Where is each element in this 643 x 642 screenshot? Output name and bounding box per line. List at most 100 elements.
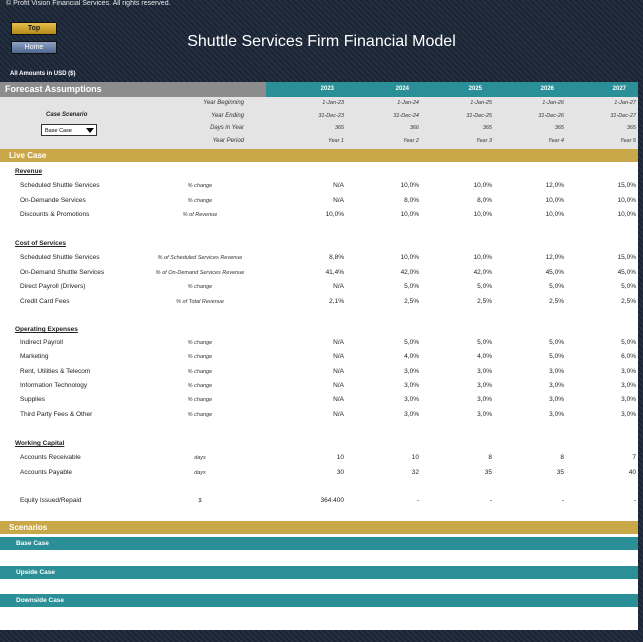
value-cell[interactable]: -	[369, 497, 419, 504]
value-cell[interactable]: 42,0%	[369, 269, 419, 276]
value-cell[interactable]: 10	[369, 454, 419, 461]
value-cell[interactable]: -	[442, 497, 492, 504]
value-cell[interactable]: 45,0%	[586, 269, 636, 276]
value-cell[interactable]: 5,0%	[442, 339, 492, 346]
row-unit: % change	[187, 354, 213, 361]
timeline-value: Year 1	[328, 137, 344, 144]
value-cell[interactable]: 3,0%	[369, 368, 419, 375]
value-cell[interactable]: 10,0%	[586, 211, 636, 218]
value-cell[interactable]: 3,0%	[442, 368, 492, 375]
value-cell[interactable]: 15,0%	[586, 254, 636, 261]
value-cell[interactable]: N/A	[294, 283, 344, 290]
value-cell[interactable]: 3,0%	[514, 382, 564, 389]
value-cell[interactable]: 41,4%	[294, 269, 344, 276]
value-cell[interactable]: 10,0%	[294, 211, 344, 218]
value-cell[interactable]: 10,0%	[442, 254, 492, 261]
scenarios-bar: Scenarios	[0, 521, 638, 534]
value-cell[interactable]: -	[586, 497, 636, 504]
value-cell[interactable]: 10,0%	[369, 182, 419, 189]
value-cell[interactable]: 3,0%	[586, 368, 636, 375]
value-cell[interactable]: 10,0%	[442, 182, 492, 189]
value-cell[interactable]: 5,0%	[369, 283, 419, 290]
value-cell[interactable]: 8,0%	[442, 197, 492, 204]
value-cell[interactable]: 5,0%	[514, 353, 564, 360]
timeline-value: Year 4	[548, 137, 564, 144]
value-cell[interactable]: 2,5%	[369, 298, 419, 305]
value-cell[interactable]: 2,1%	[294, 298, 344, 305]
value-cell[interactable]: N/A	[294, 197, 344, 204]
live-case-bar: Live Case	[0, 149, 638, 162]
value-cell[interactable]: 3,0%	[514, 411, 564, 418]
top-button[interactable]: Top	[11, 22, 57, 35]
row-label-equity: Equity Issued/Repaid	[20, 497, 82, 504]
value-cell[interactable]: 3,0%	[369, 396, 419, 403]
value-cell[interactable]: 12,0%	[514, 254, 564, 261]
value-cell[interactable]: 3,0%	[369, 411, 419, 418]
value-cell[interactable]: N/A	[294, 382, 344, 389]
value-cell[interactable]: 2,5%	[442, 298, 492, 305]
value-cell[interactable]: 10,0%	[514, 197, 564, 204]
scenario-base-case[interactable]: Base Case	[0, 537, 638, 550]
timeline-value: 1-Jan-26	[542, 100, 564, 106]
value-cell[interactable]: 5,0%	[586, 339, 636, 346]
value-cell[interactable]: 3,0%	[514, 396, 564, 403]
value-cell[interactable]: 4,0%	[369, 353, 419, 360]
value-cell[interactable]: 5,0%	[514, 339, 564, 346]
value-cell[interactable]: 15,0%	[586, 182, 636, 189]
value-cell[interactable]: 3,0%	[586, 396, 636, 403]
value-cell[interactable]: 10,0%	[369, 211, 419, 218]
timeline-value: Year 2	[403, 137, 419, 144]
value-cell[interactable]: 5,0%	[369, 339, 419, 346]
value-cell[interactable]: 5,0%	[586, 283, 636, 290]
value-cell[interactable]: 8,0%	[369, 197, 419, 204]
value-cell[interactable]: 32	[369, 469, 419, 476]
value-cell[interactable]: 7	[586, 454, 636, 461]
timeline-value: Year 3	[476, 137, 492, 144]
value-cell[interactable]: N/A	[294, 353, 344, 360]
page-title: Shuttle Services Firm Financial Model	[187, 33, 456, 50]
value-cell[interactable]: 40	[586, 469, 636, 476]
row-unit: % change	[187, 284, 213, 290]
scenario-upside-case[interactable]: Upside Case	[0, 566, 638, 579]
value-cell[interactable]: 5,0%	[442, 283, 492, 290]
value-cell[interactable]: 35	[442, 469, 492, 476]
value-cell[interactable]: 10,0%	[369, 254, 419, 261]
value-cell[interactable]: 35	[514, 469, 564, 476]
value-cell[interactable]: 10,0%	[442, 211, 492, 218]
value-cell[interactable]: 3,0%	[442, 396, 492, 403]
row-unit: % change	[187, 382, 213, 389]
value-cell[interactable]: N/A	[294, 396, 344, 403]
value-cell[interactable]: 3,0%	[586, 382, 636, 389]
case-scenario-dropdown[interactable]: Base Case	[41, 124, 97, 136]
value-cell[interactable]: N/A	[294, 411, 344, 418]
value-cell[interactable]: 10,0%	[586, 197, 636, 204]
value-cell[interactable]: 3,0%	[369, 382, 419, 389]
value-cell[interactable]: 45,0%	[514, 269, 564, 276]
value-cell[interactable]: 42,0%	[442, 269, 492, 276]
home-button[interactable]: Home	[11, 41, 57, 54]
value-cell[interactable]: 3,0%	[514, 368, 564, 375]
value-cell[interactable]: 2,5%	[514, 298, 564, 305]
value-cell[interactable]: N/A	[294, 339, 344, 346]
section-heading-operating-expenses: Operating Expenses	[15, 326, 78, 333]
value-cell[interactable]: 10,0%	[514, 211, 564, 218]
value-cell[interactable]: 3,0%	[442, 382, 492, 389]
value-cell[interactable]: -	[514, 497, 564, 504]
value-cell[interactable]: 12,0%	[514, 182, 564, 189]
value-cell[interactable]: 30	[294, 469, 344, 476]
value-cell[interactable]: 4,0%	[442, 353, 492, 360]
row-unit: % change	[187, 197, 213, 204]
scenario-downside-case[interactable]: Downside Case	[0, 594, 638, 607]
value-cell[interactable]: 5,0%	[514, 283, 564, 290]
value-cell[interactable]: N/A	[294, 182, 344, 189]
value-cell[interactable]: 364.400	[294, 497, 345, 504]
value-cell[interactable]: 3,0%	[442, 411, 492, 418]
value-cell[interactable]: 6,0%	[586, 353, 636, 360]
value-cell[interactable]: 8,8%	[294, 254, 344, 261]
value-cell[interactable]: 3,0%	[586, 411, 636, 418]
value-cell[interactable]: 10	[294, 454, 344, 461]
value-cell[interactable]: 8	[514, 454, 564, 461]
value-cell[interactable]: 2,5%	[586, 298, 636, 305]
value-cell[interactable]: 8	[442, 454, 492, 461]
value-cell[interactable]: N/A	[294, 368, 344, 375]
